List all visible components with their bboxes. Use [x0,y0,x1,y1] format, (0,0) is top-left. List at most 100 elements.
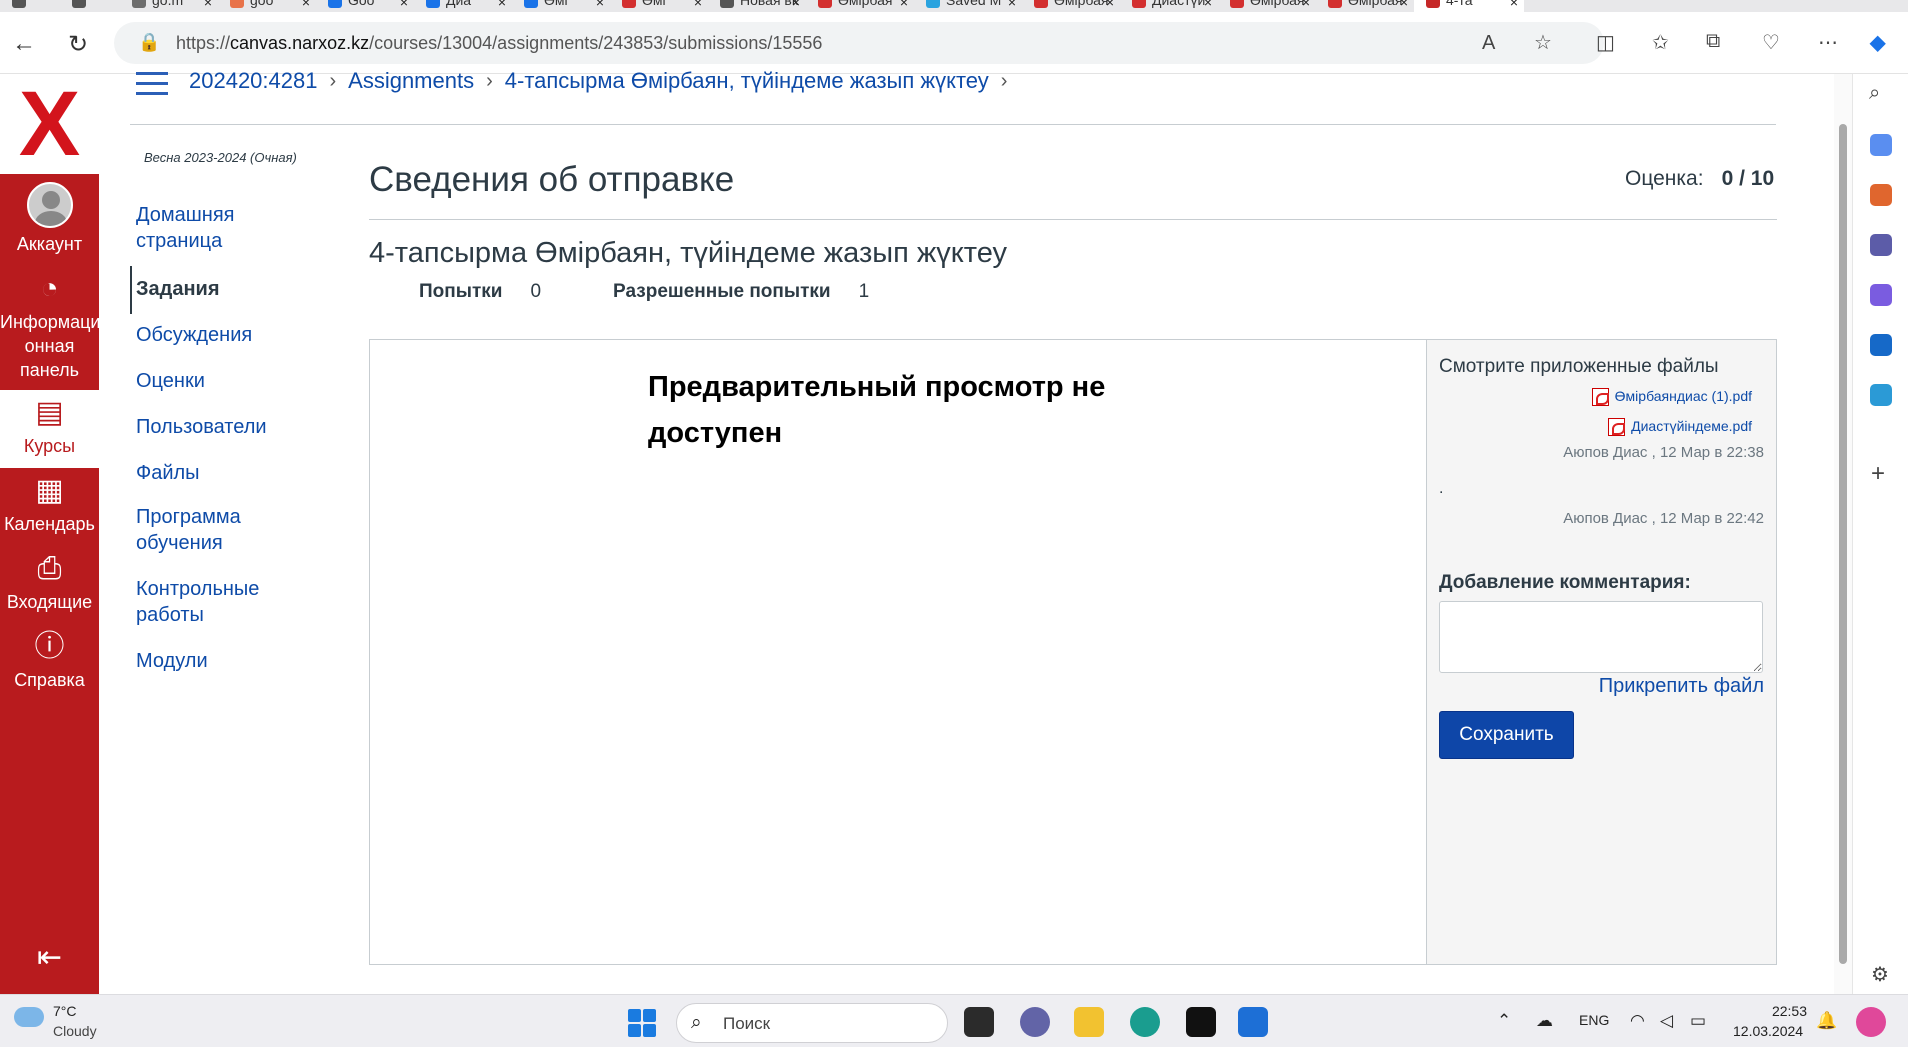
global-nav-help[interactable]: ⓘ Справка [0,630,99,692]
refresh-icon[interactable]: ↻ [62,28,94,60]
tab-close-icon[interactable]: × [302,0,310,10]
browser-tab[interactable]: Өмі × [610,0,708,12]
institution-logo[interactable]: X [0,74,99,174]
tab-close-icon[interactable]: × [694,0,702,10]
browser-tab[interactable]: Goo × [316,0,414,12]
copilot-icon[interactable]: ◆ [1870,30,1885,55]
course-nav-syllabus[interactable]: Программа обучения [136,504,316,556]
attach-file-link[interactable]: Прикрепить файл [1599,675,1764,698]
collections-icon[interactable]: ⧉ [1706,30,1720,53]
course-nav-grades[interactable]: Оценки [136,368,316,394]
tab-close-icon[interactable]: × [1510,0,1518,10]
course-nav-modules[interactable]: Модули [136,648,316,674]
jetbrains-icon[interactable] [1186,1007,1216,1037]
global-nav-inbox[interactable]: ⎙ Входящие [0,552,99,614]
read-aloud-icon[interactable]: A [1482,32,1495,55]
tab-close-icon[interactable]: × [1302,0,1310,10]
browser-tab[interactable]: Өмірбая × [1218,0,1316,12]
course-nav-quizzes[interactable]: Контрольные работы [136,576,316,628]
tab-close-icon[interactable]: × [1204,0,1212,10]
back-icon[interactable]: ← [8,28,40,60]
calendar-icon: ▦ [35,474,64,507]
breadcrumb-assignments[interactable]: Assignments [348,68,474,94]
save-button[interactable]: Сохранить [1439,711,1574,759]
weather-cloud-icon[interactable] [14,1007,44,1027]
browser-tab[interactable]: Saved M × [914,0,1022,12]
favorites-icon[interactable]: ✩ [1652,30,1669,55]
weather-temperature[interactable]: 7°C [53,1003,77,1019]
course-nav-files[interactable]: Файлы [136,460,316,486]
tools-icon[interactable] [1870,184,1892,206]
breadcrumb-course[interactable]: 202420:4281 [189,68,317,94]
start-menu-icon[interactable] [628,1009,656,1037]
tab-close-icon[interactable]: × [204,0,212,10]
outlook-icon[interactable] [1870,334,1892,356]
edge-browser-icon[interactable] [1130,1007,1160,1037]
onedrive-cloud-icon[interactable]: ☁ [1536,1011,1553,1031]
browser-tab[interactable] [0,0,60,12]
drop-icon[interactable] [1870,384,1892,406]
global-nav-calendar[interactable]: ▦ Календарь [0,474,99,536]
course-menu-toggle-icon[interactable] [136,72,168,95]
add-sidebar-app-icon[interactable]: + [1871,460,1885,488]
microsoft-store-icon[interactable] [1238,1007,1268,1037]
global-nav-account[interactable]: Аккаунт [0,182,99,256]
language-indicator[interactable]: ENG [1579,1012,1609,1028]
course-nav-people[interactable]: Пользователи [136,414,316,440]
course-nav-assignments[interactable]: Задания [136,276,316,302]
scrollbar-thumb[interactable] [1839,124,1847,964]
copilot-taskbar-icon[interactable] [1856,1007,1886,1037]
browser-tab[interactable]: Өмірбая × [806,0,914,12]
browser-tab[interactable] [60,0,120,12]
tab-close-icon[interactable]: × [498,0,506,10]
more-options-icon[interactable]: ⋯ [1818,30,1838,55]
tab-close-icon[interactable]: × [400,0,408,10]
split-screen-icon[interactable]: ◫ [1596,30,1615,55]
collapse-nav-icon[interactable]: ⇤ [0,943,99,973]
weather-description[interactable]: Cloudy [53,1023,97,1039]
address-bar[interactable]: 🔒 https://canvas.narxoz.kz/courses/13004… [114,22,1604,64]
clock-time[interactable]: 22:53 [1767,1003,1807,1019]
notifications-bell-icon[interactable]: 🔔 [1816,1011,1837,1031]
taskbar-search[interactable]: ⌕ Поиск [676,1003,948,1043]
games-icon[interactable] [1870,234,1892,256]
global-nav-courses[interactable]: ▤ Курсы [0,396,99,458]
tab-close-icon[interactable]: × [1008,0,1016,10]
battery-icon[interactable]: ▭ [1690,1011,1706,1031]
comment-textarea[interactable] [1439,601,1763,673]
browser-tab[interactable]: 4-та × [1414,0,1524,12]
tab-close-icon[interactable]: × [1400,0,1408,10]
sidebar-settings-icon[interactable]: ⚙ [1871,962,1889,987]
shopping-icon[interactable] [1870,134,1892,156]
browser-tab[interactable]: Новая вк × [708,0,806,12]
teams-icon[interactable] [1020,1007,1050,1037]
browser-tab[interactable]: Диа × [414,0,512,12]
browser-tab[interactable]: go.m × [120,0,218,12]
global-nav-dashboard[interactable]: ◔ Информаци онная панель [0,272,100,382]
clock-date[interactable]: 12.03.2024 [1733,1023,1803,1039]
file-explorer-icon[interactable] [1074,1007,1104,1037]
wifi-icon[interactable]: ◠ [1630,1011,1645,1031]
volume-icon[interactable]: ◁ [1660,1011,1673,1031]
favorite-star-icon[interactable]: ☆ [1534,30,1552,55]
tab-close-icon[interactable]: × [900,0,908,10]
task-view-icon[interactable] [964,1007,994,1037]
browser-tab[interactable]: Өмірбая × [1022,0,1120,12]
attachment-link[interactable]: Өмірбаяндиас (1).pdf [1591,388,1752,407]
browser-essentials-icon[interactable]: ♡ [1762,30,1780,55]
browser-tab[interactable]: goo × [218,0,316,12]
breadcrumb-assignment[interactable]: 4-тапсырма Өмірбаян, түйіндеме жазып жүк… [505,68,989,94]
tab-close-icon[interactable]: × [1106,0,1114,10]
tab-close-icon[interactable]: × [792,0,800,10]
course-nav-home[interactable]: Домашняя страница [136,202,316,254]
search-icon[interactable]: ⌕ [1869,82,1880,105]
chevron-up-icon[interactable]: ⌃ [1497,1011,1511,1031]
browser-tab[interactable]: Өмірбая × [1316,0,1414,12]
browser-tab[interactable]: Диастүй × [1120,0,1218,12]
browser-tab[interactable]: Өмі × [512,0,610,12]
microsoft365-icon[interactable] [1870,284,1892,306]
page-scrollbar[interactable] [1834,74,1852,994]
tab-close-icon[interactable]: × [596,0,604,10]
attachment-link[interactable]: Диастүйіндеме.pdf [1608,418,1752,437]
course-nav-discussions[interactable]: Обсуждения [136,322,316,348]
